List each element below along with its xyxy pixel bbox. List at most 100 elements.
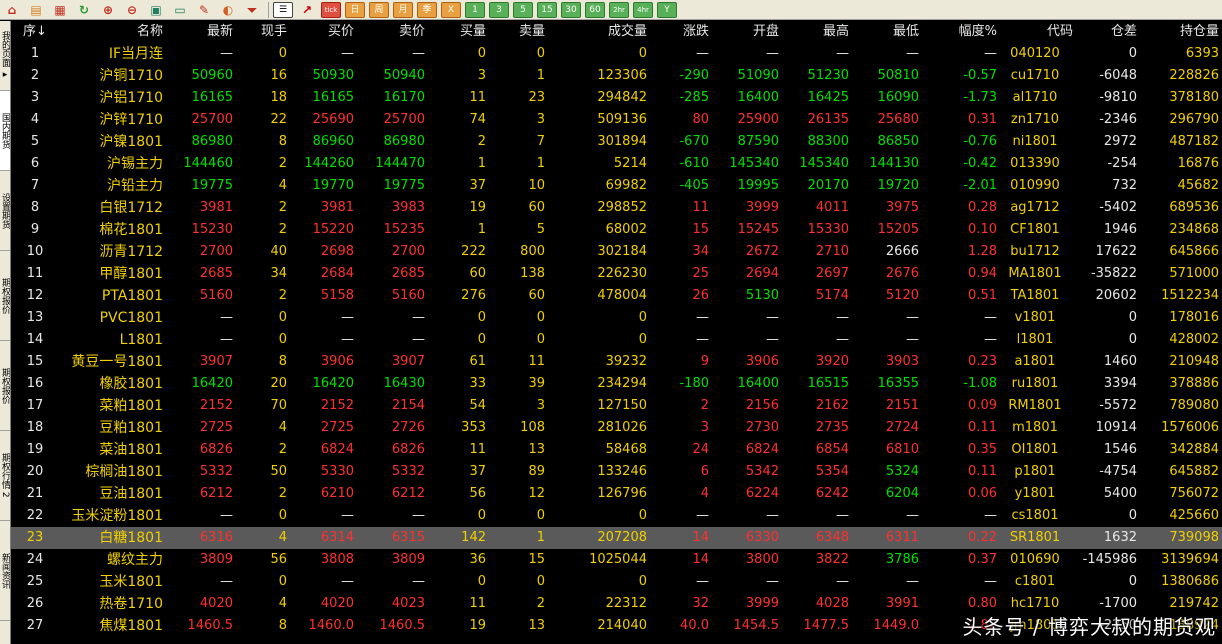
table-row[interactable]: 12 PTA1801 5160 2 5158 5160 276 60 478004 26 5130 5… <box>11 285 1222 307</box>
cell-high: 2710 <box>815 244 849 259</box>
period-button-14[interactable]: 2hr <box>609 1 629 18</box>
cell-high: 16425 <box>807 90 849 105</box>
table-row[interactable]: 18 豆粕1801 2725 4 2725 2726 353 108 281026 3 2730 27… <box>11 417 1222 439</box>
period-button-5[interactable]: 月 <box>393 1 413 18</box>
table-row[interactable]: 4 沪锌1710 25700 22 25690 25700 74 3 509136 80 25900… <box>11 109 1222 131</box>
header-name[interactable]: 名称 <box>55 21 163 43</box>
table-row[interactable]: 5 沪镍1801 86980 8 86960 86980 2 7 301894 -670 87590… <box>11 131 1222 153</box>
cell-code: y1801 <box>1014 486 1056 501</box>
cell-oi-change: 0 <box>1128 508 1137 523</box>
table-row[interactable]: 24 螺纹主力 3809 56 3808 3809 36 15 1025044 14 3800 382… <box>11 549 1222 571</box>
period-button-4[interactable]: 周 <box>369 1 389 18</box>
palette-icon[interactable]: ◐ <box>218 2 238 18</box>
side-tab-5[interactable]: 期权行情 2 <box>0 431 10 521</box>
table-row[interactable]: 15 黄豆一号1801 3907 8 3906 3907 61 11 39232 9 3906 392… <box>11 351 1222 373</box>
table-row[interactable]: 2 沪铜1710 50960 16 50930 50940 3 1 123306 -290 5109… <box>11 65 1222 87</box>
table-row[interactable]: 17 菜粕1801 2152 70 2152 2154 54 3 127150 2 2156 2162… <box>11 395 1222 417</box>
cell-ask: 5332 <box>391 464 425 479</box>
cell-vol: 8 <box>278 354 287 369</box>
table-row[interactable]: 13 PVC1801 — 0 — — 0 0 0 — — — — — v1801 0 178016 <box>11 307 1222 329</box>
home-icon[interactable]: ⌂ <box>2 2 22 18</box>
cell-open: 2730 <box>745 420 779 435</box>
chart-icon[interactable]: ↗ <box>297 2 317 18</box>
cell-name: IF当月连 <box>108 46 163 62</box>
cell-tvol: 133246 <box>597 464 647 479</box>
filter-icon[interactable]: ⏷ <box>242 2 262 18</box>
cell-tvol: 302184 <box>597 244 647 259</box>
header-code[interactable]: 代码 <box>997 21 1073 43</box>
header-bidv[interactable]: 买量 <box>425 21 486 43</box>
header-open-interest[interactable]: 持仓量 <box>1137 21 1219 43</box>
cell-last: 2700 <box>199 244 233 259</box>
header-bid[interactable]: 买价 <box>287 21 354 43</box>
cell-code: OI1801 <box>1011 442 1059 457</box>
cell-low: 86850 <box>877 134 919 149</box>
table-row[interactable]: 9 棉花1801 15230 2 15220 15235 1 5 68002 15 15245 153… <box>11 219 1222 241</box>
header-high[interactable]: 最高 <box>779 21 849 43</box>
header-chg[interactable]: 涨跌 <box>647 21 709 43</box>
table-row[interactable]: 16 橡胶1801 16420 20 16420 16430 33 39 234294 -180 1… <box>11 373 1222 395</box>
cell-oi-change: 17622 <box>1095 244 1137 259</box>
period-button-10[interactable]: 5 <box>513 1 533 18</box>
period-button-11[interactable]: 15 <box>537 1 557 18</box>
header-ask[interactable]: 卖价 <box>354 21 425 43</box>
table-row[interactable]: 22 玉米淀粉1801 — 0 — — 0 0 0 — — — — — cs1801 0 425660 <box>11 505 1222 527</box>
cell-open-interest: 210948 <box>1169 354 1219 369</box>
period-button-13[interactable]: 60 <box>585 1 605 18</box>
header-seq[interactable]: 序↓ <box>15 21 55 43</box>
period-button-9[interactable]: 3 <box>489 1 509 18</box>
cell-vol: 0 <box>278 310 287 325</box>
period-button-16[interactable]: Y <box>657 1 677 18</box>
side-tab-0[interactable]: 我的页面 ▸ <box>0 21 10 91</box>
cell-vol: 4 <box>278 178 287 193</box>
list-icon[interactable]: ☰ <box>273 1 293 18</box>
table-row[interactable]: 20 棕榈油1801 5332 50 5330 5332 37 89 133246 6 5342 53… <box>11 461 1222 483</box>
table-row[interactable]: 21 豆油1801 6212 2 6210 6212 56 12 126796 4 6224 6242… <box>11 483 1222 505</box>
refresh-icon[interactable]: ↻ <box>74 2 94 18</box>
header-askv[interactable]: 卖量 <box>486 21 545 43</box>
table-row[interactable]: 10 沥青1712 2700 40 2698 2700 222 800 302184 34 2672… <box>11 241 1222 263</box>
cell-last: — <box>220 310 233 325</box>
period-button-8[interactable]: 1 <box>465 1 485 18</box>
period-button-2[interactable]: tick <box>321 1 341 18</box>
pen-icon[interactable]: ✎ <box>194 2 214 18</box>
table-row[interactable]: 1 IF当月连 — 0 — — 0 0 0 — — — — — 040120 0 6393 <box>11 43 1222 65</box>
zoom-in-icon[interactable]: ⊕ <box>98 2 118 18</box>
cell-bidv: 19 <box>469 200 486 215</box>
window-icon[interactable]: ▣ <box>146 2 166 18</box>
period-button-12[interactable]: 30 <box>561 1 581 18</box>
cell-pct: 0.94 <box>968 266 997 281</box>
header-vol[interactable]: 现手 <box>233 21 287 43</box>
side-tab-6[interactable]: 新闻资讯 <box>0 521 10 621</box>
table-row[interactable]: 7 沪铅主力 19775 4 19770 19775 37 10 69982 -405 19995 2… <box>11 175 1222 197</box>
side-tab-2[interactable]: 设置期货 <box>0 171 10 251</box>
header-low[interactable]: 最低 <box>849 21 919 43</box>
table-row[interactable]: 19 菜油1801 6826 2 6824 6826 11 13 58468 24 6824 6854… <box>11 439 1222 461</box>
table-row[interactable]: 6 沪锡主力 144460 2 144260 144470 1 1 5214 -610 145340… <box>11 153 1222 175</box>
side-tab-4[interactable]: 期权报价 <box>0 341 10 431</box>
table-row[interactable]: 23 白糖1801 6316 4 6314 6315 142 1 207208 14 6330 634… <box>11 527 1222 549</box>
cell-bid: 15220 <box>312 222 354 237</box>
side-tab-1[interactable]: 国内期货 <box>0 91 10 171</box>
side-tab-3[interactable]: 期权报价 <box>0 251 10 341</box>
header-last[interactable]: 最新 <box>163 21 233 43</box>
header-pct[interactable]: 幅度% <box>919 21 997 43</box>
period-button-15[interactable]: 4hr <box>633 1 653 18</box>
page-icon[interactable]: ▤ <box>26 2 46 18</box>
header-open[interactable]: 开盘 <box>709 21 779 43</box>
period-button-6[interactable]: 季 <box>417 1 437 18</box>
cell-tvol: 127150 <box>597 398 647 413</box>
period-button-3[interactable]: 日 <box>345 1 365 18</box>
table-row[interactable]: 8 白银1712 3981 2 3981 3983 19 60 298852 11 3999 4011… <box>11 197 1222 219</box>
period-button-7[interactable]: X <box>441 1 461 18</box>
table-row[interactable]: 3 沪铝1710 16165 18 16165 16170 11 23 294842 -285 16… <box>11 87 1222 109</box>
header-tvol[interactable]: 成交量 <box>545 21 647 43</box>
table-row[interactable]: 25 玉米1801 — 0 — — 0 0 0 — — — — — c1801 0 1380686 <box>11 571 1222 593</box>
table-row[interactable]: 11 甲醇1801 2685 34 2684 2685 60 138 226230 25 2694 2… <box>11 263 1222 285</box>
minimize-icon[interactable]: ▭ <box>170 2 190 18</box>
report-icon[interactable]: ▦ <box>50 2 70 18</box>
cell-code: MA1801 <box>1008 266 1062 281</box>
zoom-out-icon[interactable]: ⊖ <box>122 2 142 18</box>
header-oi-change[interactable]: 仓差 <box>1073 21 1137 43</box>
table-row[interactable]: 14 L1801 — 0 — — 0 0 0 — — — — — l1801 0 428002 <box>11 329 1222 351</box>
